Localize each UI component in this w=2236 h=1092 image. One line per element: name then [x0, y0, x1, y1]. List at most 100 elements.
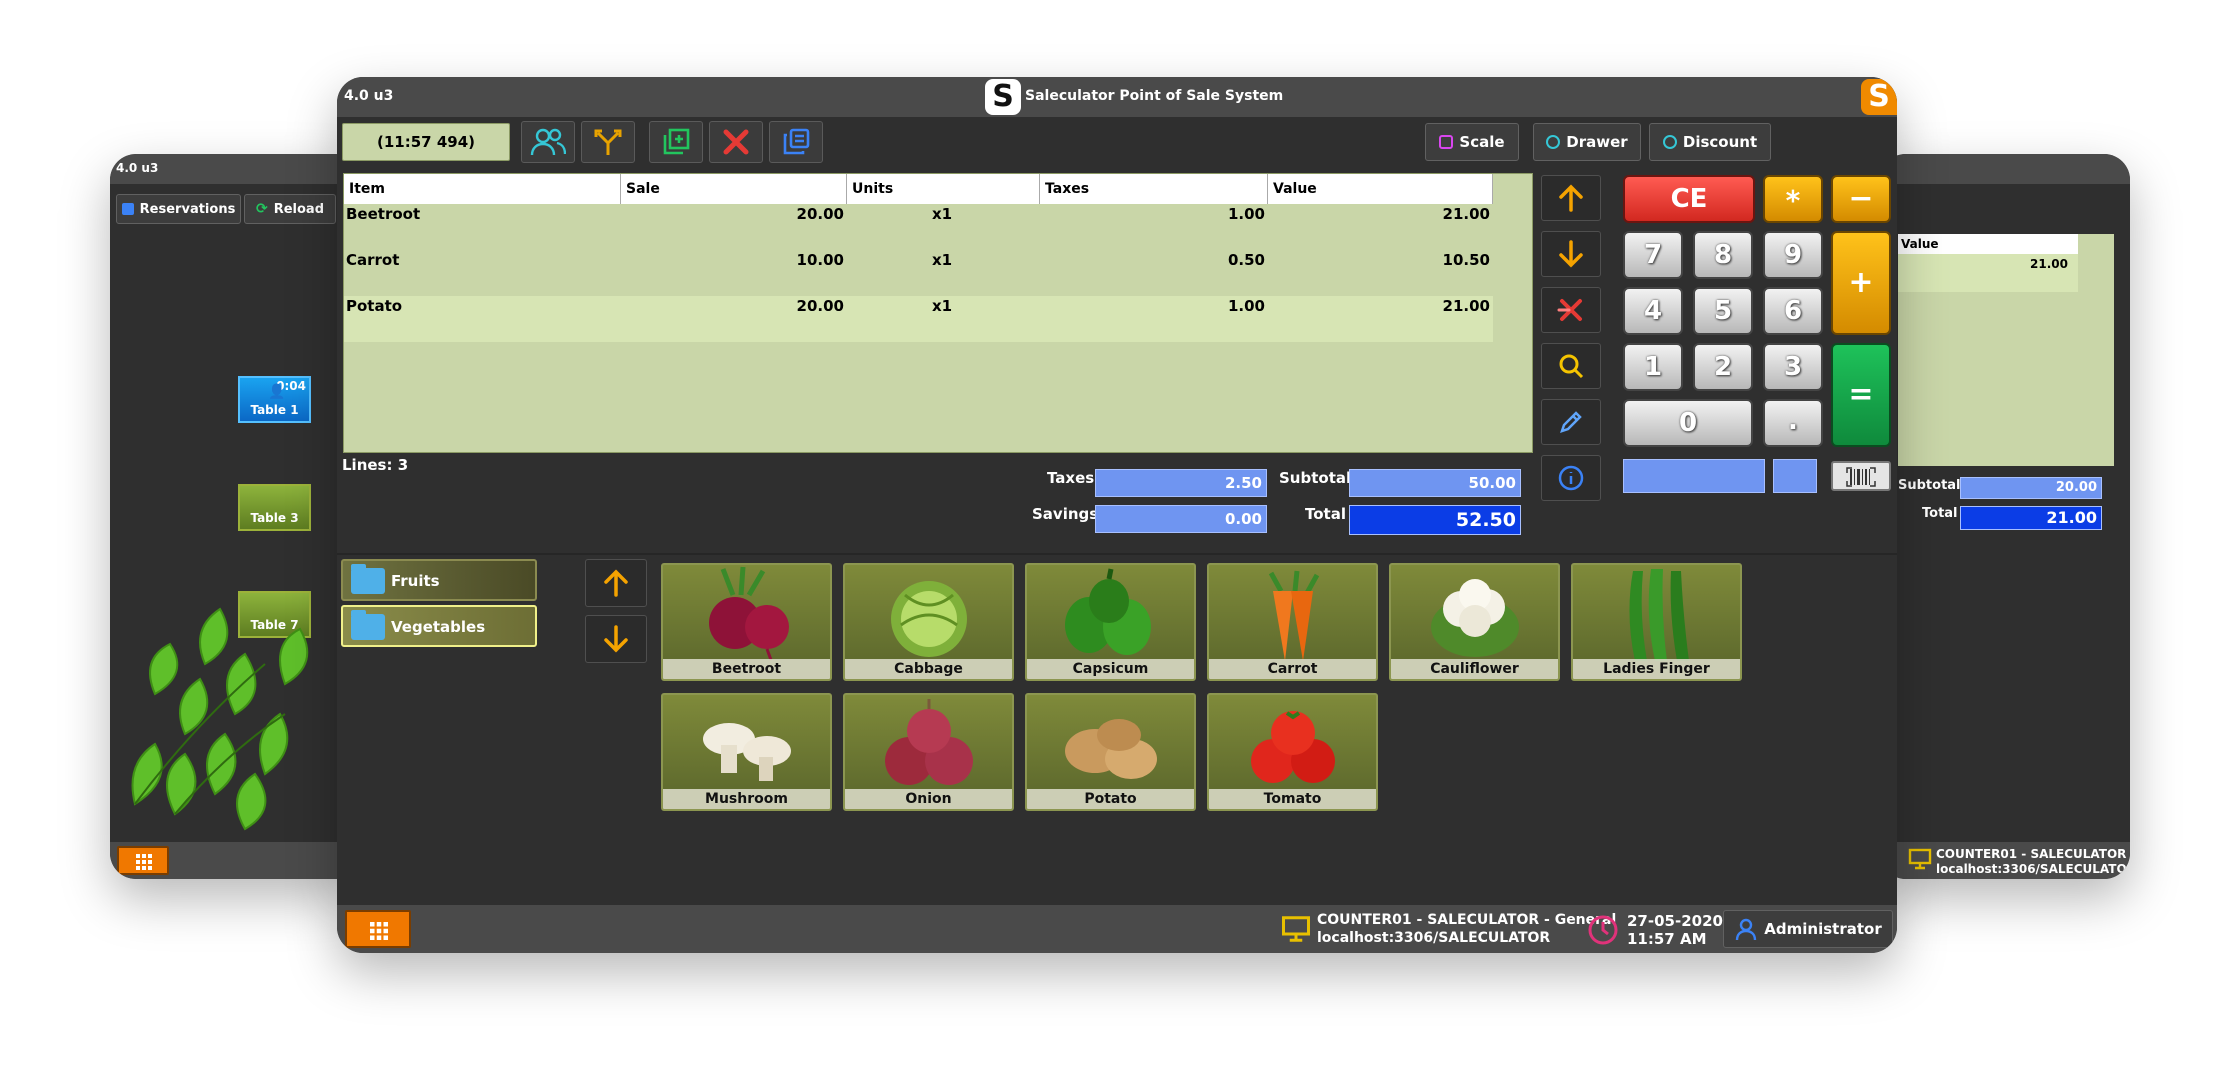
- barcode-button[interactable]: [1831, 461, 1891, 491]
- ticket-table: Item Sale Units Taxes Value Beetroot 20.…: [343, 173, 1533, 453]
- price-input[interactable]: [1623, 459, 1765, 493]
- customer-button[interactable]: [521, 121, 575, 163]
- edit-line-button[interactable]: [1541, 399, 1601, 445]
- product-onion[interactable]: Onion: [843, 693, 1014, 811]
- table-label: Table 3: [250, 511, 299, 525]
- key-5[interactable]: 5: [1693, 287, 1753, 335]
- product-label: Onion: [845, 789, 1012, 809]
- category-down-button[interactable]: [585, 615, 647, 663]
- equals-button[interactable]: =: [1831, 343, 1891, 447]
- category-up-button[interactable]: [585, 559, 647, 607]
- key-3[interactable]: 3: [1763, 343, 1823, 391]
- arrow-down-icon: [1559, 240, 1583, 268]
- category-fruits[interactable]: Fruits: [341, 559, 537, 601]
- drawer-label: Drawer: [1566, 133, 1628, 151]
- refresh-icon: ⟳: [255, 201, 268, 217]
- product-label: Capsicum: [1027, 659, 1194, 679]
- leaves-decoration: [131, 607, 309, 831]
- cell-sale: 20.00: [796, 297, 844, 315]
- terminal-name: COUNTER01 - SALECULATOR - General: [1317, 912, 1617, 928]
- category-label: Vegetables: [391, 618, 486, 636]
- key-1[interactable]: 1: [1623, 343, 1683, 391]
- cell-taxes: 1.00: [1227, 205, 1265, 223]
- delete-ticket-button[interactable]: [709, 121, 763, 163]
- column-header-sale: Sale: [621, 174, 847, 204]
- carrot-icon: [1268, 570, 1320, 661]
- key-6[interactable]: 6: [1763, 287, 1823, 335]
- right-terminal: COUNTER01 - SALECULATOR - Ger: [1936, 847, 2130, 861]
- product-beetroot[interactable]: Beetroot: [661, 563, 832, 681]
- onion-icon: [885, 699, 973, 785]
- quantity-input[interactable]: [1773, 459, 1817, 493]
- line-up-button[interactable]: [1541, 175, 1601, 221]
- discount-button[interactable]: Discount: [1649, 123, 1771, 161]
- plus-button[interactable]: +: [1831, 231, 1891, 335]
- cell-item: Carrot: [346, 251, 400, 269]
- key-7[interactable]: 7: [1623, 231, 1683, 279]
- table-row[interactable]: Carrot 10.00 x1 0.50 10.50: [344, 250, 1493, 296]
- list-tickets-button[interactable]: [769, 121, 823, 163]
- split-icon: [594, 129, 622, 155]
- cell-item: Beetroot: [346, 205, 421, 223]
- table-1-button[interactable]: 0:04 👤 Table 1: [238, 376, 311, 423]
- info-button[interactable]: [1541, 455, 1601, 501]
- multiply-button[interactable]: *: [1763, 175, 1823, 223]
- product-potato[interactable]: Potato: [1025, 693, 1196, 811]
- category-vegetables[interactable]: Vegetables: [341, 605, 537, 647]
- ce-button[interactable]: CE: [1623, 175, 1755, 223]
- reservations-button[interactable]: Reservations: [116, 194, 241, 224]
- brand-logo-icon: S: [1861, 79, 1897, 115]
- copy-icon: [783, 128, 810, 155]
- product-label: Tomato: [1209, 789, 1376, 809]
- product-label: Mushroom: [663, 789, 830, 809]
- person-icon: 👤: [268, 384, 286, 400]
- reload-label: Reload: [273, 201, 325, 217]
- table-row[interactable]: Beetroot 20.00 x1 1.00 21.00: [344, 204, 1493, 250]
- reload-button[interactable]: ⟳ Reload: [244, 194, 336, 224]
- key-9[interactable]: 9: [1763, 231, 1823, 279]
- right-host: localhost:3306/SALECULATOR: [1936, 862, 2130, 876]
- folder-icon: [351, 564, 385, 594]
- current-date: 27-05-2020: [1627, 912, 1723, 930]
- remove-line-button[interactable]: [1541, 287, 1601, 333]
- product-mushroom[interactable]: Mushroom: [661, 693, 832, 811]
- monitor-icon: [1908, 848, 1932, 870]
- mushroom-icon: [703, 723, 791, 781]
- discount-label: Discount: [1682, 133, 1758, 151]
- product-cauliflower[interactable]: Cauliflower: [1389, 563, 1560, 681]
- table-3-button[interactable]: Table 3: [238, 484, 311, 531]
- product-tomato[interactable]: Tomato: [1207, 693, 1378, 811]
- clock-icon: [1588, 915, 1618, 945]
- product-cabbage[interactable]: Cabbage: [843, 563, 1014, 681]
- product-capsicum[interactable]: Capsicum: [1025, 563, 1196, 681]
- split-ticket-button[interactable]: [581, 121, 635, 163]
- minus-button[interactable]: −: [1831, 175, 1891, 223]
- key-8[interactable]: 8: [1693, 231, 1753, 279]
- key-4[interactable]: 4: [1623, 287, 1683, 335]
- info-icon: [1558, 465, 1584, 491]
- product-ladies-finger[interactable]: Ladies Finger: [1571, 563, 1742, 681]
- cell-taxes: 1.00: [1227, 297, 1265, 315]
- table-row-selected[interactable]: Potato 20.00 x1 1.00 21.00: [344, 296, 1493, 342]
- key-dot[interactable]: .: [1763, 399, 1823, 447]
- cell-value: 21.00: [1442, 297, 1490, 315]
- column-header-item: Item: [344, 174, 621, 204]
- user-button[interactable]: Administrator: [1723, 910, 1893, 948]
- product-carrot[interactable]: Carrot: [1207, 563, 1378, 681]
- new-ticket-button[interactable]: [649, 121, 703, 163]
- app-logo-icon: S: [985, 79, 1021, 115]
- cell-value: 21.00: [1442, 205, 1490, 223]
- right-total-label: Total: [1922, 506, 1958, 521]
- scale-button[interactable]: Scale: [1425, 123, 1519, 161]
- line-down-button[interactable]: [1541, 231, 1601, 277]
- left-menu-button[interactable]: [117, 846, 169, 875]
- drawer-button[interactable]: Drawer: [1533, 123, 1641, 161]
- remove-line-icon: [1557, 299, 1582, 321]
- search-product-button[interactable]: [1541, 343, 1601, 389]
- cell-units: x1: [931, 251, 953, 269]
- main-menu-button[interactable]: [345, 910, 411, 948]
- key-2[interactable]: 2: [1693, 343, 1753, 391]
- discount-icon: [1662, 135, 1677, 149]
- key-0[interactable]: 0: [1623, 399, 1753, 447]
- search-icon: [1559, 354, 1584, 379]
